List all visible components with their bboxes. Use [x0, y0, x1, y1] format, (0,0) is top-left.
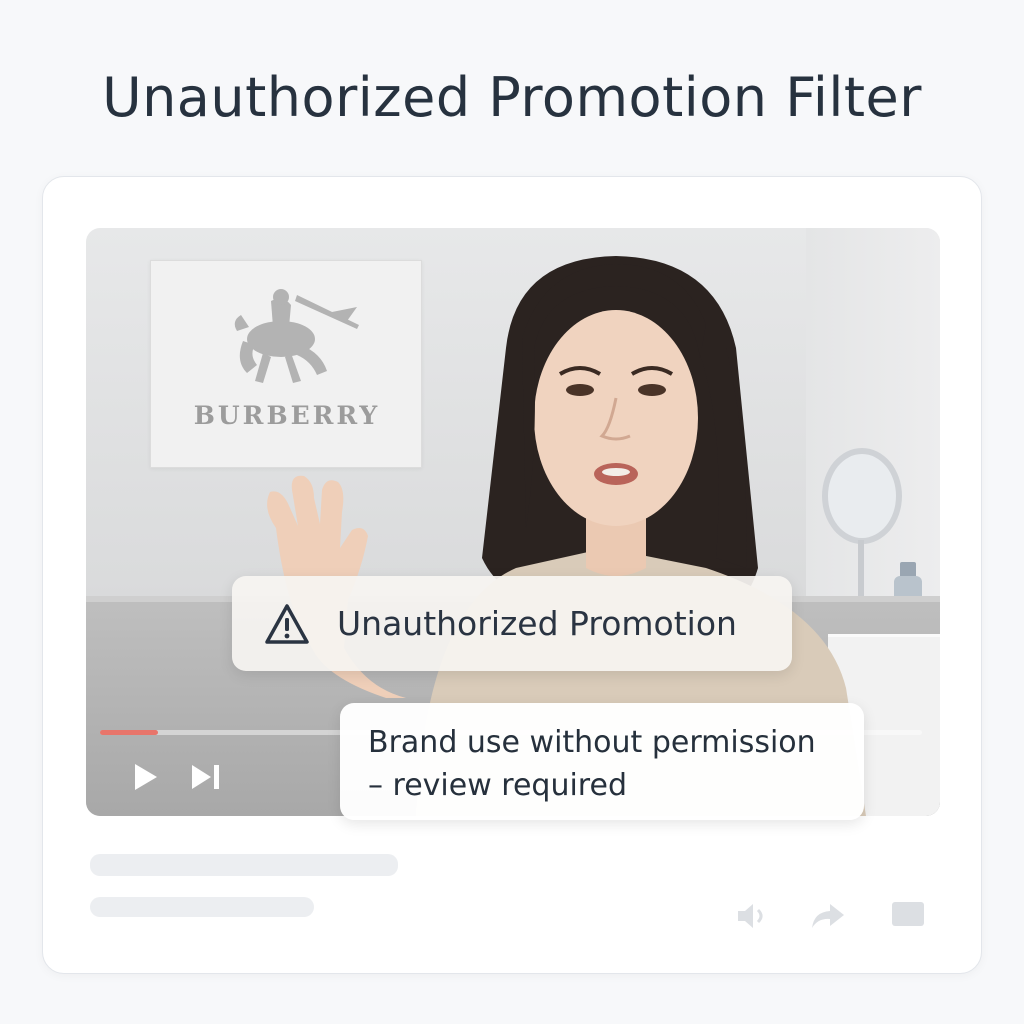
subtitle-placeholder — [90, 897, 314, 917]
warning-triangle-icon — [265, 604, 309, 644]
review-notice-line-2: – review required — [368, 768, 627, 803]
skip-next-icon — [192, 765, 219, 789]
review-notice-text: Brand use without permission – review re… — [368, 721, 848, 807]
play-icon — [135, 764, 157, 790]
review-notice: Brand use without permission – review re… — [340, 703, 864, 820]
unauthorized-promotion-alert: Unauthorized Promotion — [232, 576, 792, 671]
progress-fill — [100, 730, 158, 735]
alert-label: Unauthorized Promotion — [337, 604, 737, 643]
page-title: Unauthorized Promotion Filter — [102, 66, 922, 129]
title-placeholder — [90, 854, 398, 876]
review-notice-line-1: Brand use without permission — [368, 725, 816, 760]
share-icon[interactable] — [808, 898, 848, 934]
skip-next-button[interactable] — [186, 760, 226, 794]
speaker-icon[interactable] — [734, 898, 770, 934]
comment-icon[interactable] — [890, 900, 926, 928]
play-button[interactable] — [128, 760, 162, 794]
